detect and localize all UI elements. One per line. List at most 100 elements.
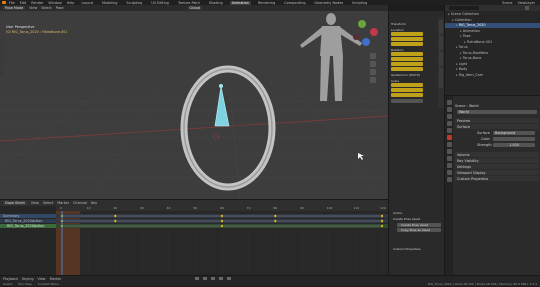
- scale-z-field[interactable]: [391, 93, 423, 97]
- custom-properties-header[interactable]: Custom Properties: [393, 247, 421, 251]
- frame-ruler[interactable]: 0 10 20 30 40 50 60 70 80 90 100 110 120: [56, 206, 388, 211]
- outliner-row[interactable]: ▸ Torus.Bone: [445, 56, 540, 61]
- tab-shading[interactable]: Shading: [207, 1, 225, 5]
- timeline-area[interactable]: 0 10 20 30 40 50 60 70 80 90 100 110 120: [56, 206, 388, 276]
- blender-logo-icon[interactable]: [2, 1, 6, 4]
- jump-end-icon[interactable]: [227, 277, 232, 280]
- outliner-row[interactable]: ▸ Pose: [445, 34, 540, 39]
- view-layer-tab-icon[interactable]: [446, 121, 452, 126]
- menu-select[interactable]: Select: [41, 6, 51, 10]
- render-tab-icon[interactable]: [446, 107, 452, 112]
- outliner-row[interactable]: ▸ Scene Collection: [445, 12, 540, 17]
- rotation-z-field[interactable]: [391, 67, 423, 71]
- expand-chevron-icon[interactable]: ▸: [456, 62, 458, 66]
- scene-selector[interactable]: Scene: [502, 1, 512, 5]
- object-tab-icon[interactable]: [446, 142, 452, 147]
- playback-view-menu[interactable]: View: [38, 277, 46, 281]
- expand-chevron-icon[interactable]: ▸: [460, 56, 462, 60]
- orientation-dropdown[interactable]: Global: [187, 6, 203, 10]
- ds-menu-select[interactable]: Select: [43, 201, 53, 205]
- viewport-canvas[interactable]: [0, 11, 388, 199]
- surface-panel-header[interactable]: Surface: [455, 124, 539, 129]
- tool-move-icon[interactable]: [0, 49, 4, 53]
- filter-icon[interactable]: [525, 6, 529, 10]
- action-header[interactable]: Action: [393, 211, 402, 215]
- preview-panel-header[interactable]: Preview: [455, 118, 539, 123]
- 3d-viewport[interactable]: User Perspective (0) RIG_Torus_2020 : Fi…: [0, 11, 388, 199]
- sidebar-tab-animation[interactable]: [439, 68, 443, 88]
- expand-chevron-icon[interactable]: ▸: [456, 23, 458, 27]
- editor-mode-dropdown[interactable]: Dope Sheet: [3, 201, 27, 205]
- outliner-row[interactable]: ▸ RIG_Torus_2020: [445, 23, 540, 28]
- material-tab-icon[interactable]: [446, 177, 452, 182]
- ds-menu-view[interactable]: View: [31, 201, 39, 205]
- viewport-nav-buttons[interactable]: [370, 53, 376, 83]
- world-tab-icon[interactable]: [446, 135, 452, 140]
- channel-action-2[interactable]: RIG_Torus_2020Action: [0, 224, 56, 228]
- expand-chevron-icon[interactable]: ▸: [456, 45, 458, 49]
- outliner-row[interactable]: ▸ Animation: [445, 29, 540, 34]
- tab-animation[interactable]: Animation: [229, 0, 251, 5]
- tab-uv-editing[interactable]: UV Editing: [149, 1, 171, 5]
- playback-menu[interactable]: Playback: [3, 277, 18, 281]
- playback-marker-menu[interactable]: Marker: [50, 277, 62, 281]
- rotation-mode-dropdown[interactable]: Quaternion (WXYZ): [391, 73, 420, 77]
- scene-tab-icon[interactable]: [446, 128, 452, 133]
- tab-scripting[interactable]: Scripting: [350, 1, 369, 5]
- channel-action-1[interactable]: RIG_Torus_2020Action: [0, 219, 56, 223]
- strength-field[interactable]: 1.000: [493, 142, 535, 147]
- play-icon[interactable]: [211, 277, 216, 280]
- outliner-row[interactable]: ▸ Torus.Modifiers: [445, 51, 540, 56]
- outliner-row[interactable]: ▸ Body: [445, 67, 540, 72]
- keying-menu[interactable]: Keying: [22, 277, 33, 281]
- outliner-row[interactable]: ▸ Collection: [445, 18, 540, 23]
- view-layer-selector[interactable]: ViewLayer: [518, 1, 536, 5]
- tool-measure-icon[interactable]: [0, 71, 4, 75]
- constraint-tab-icon[interactable]: [446, 163, 452, 168]
- settings-panel-header[interactable]: Settings: [455, 164, 539, 169]
- mode-dropdown[interactable]: Pose Mode: [3, 6, 26, 10]
- output-tab-icon[interactable]: [446, 114, 452, 119]
- custom-properties-panel-header[interactable]: Custom Properties: [455, 176, 539, 181]
- copy-pose-asset-button[interactable]: Copy Pose as Asset: [397, 228, 441, 232]
- expand-chevron-icon[interactable]: ▸: [460, 29, 462, 33]
- tool-select-icon[interactable]: [0, 39, 4, 43]
- sidebar-tab-view[interactable]: [439, 52, 443, 66]
- rotation-y-field[interactable]: [391, 62, 423, 66]
- world-name-field[interactable]: World: [457, 110, 537, 114]
- tab-compositing[interactable]: Compositing: [282, 1, 307, 5]
- expand-chevron-icon[interactable]: ▸: [460, 34, 462, 38]
- menu-pose[interactable]: Pose: [56, 6, 64, 10]
- outliner-row[interactable]: ▸ Torus: [445, 45, 540, 50]
- ray-visibility-panel-header[interactable]: Ray Visibility: [455, 158, 539, 163]
- expand-chevron-icon[interactable]: ▸: [456, 67, 458, 71]
- transform-header[interactable]: Transform: [391, 22, 406, 26]
- color-swatch[interactable]: [493, 136, 535, 141]
- tab-layout[interactable]: Layout: [79, 1, 95, 5]
- create-pose-header[interactable]: Create Pose Asset: [393, 217, 420, 221]
- prev-key-icon[interactable]: [203, 277, 208, 280]
- sidebar-tab-item[interactable]: [439, 20, 443, 34]
- volume-panel-header[interactable]: Volume: [455, 152, 539, 157]
- surface-shader-field[interactable]: Background: [493, 130, 535, 135]
- jump-start-icon[interactable]: [195, 277, 200, 280]
- character-mesh[interactable]: [300, 13, 362, 101]
- menu-help[interactable]: Help: [67, 1, 75, 5]
- next-key-icon[interactable]: [219, 277, 224, 280]
- tool-annotate-icon[interactable]: [0, 66, 4, 70]
- viewport-display-panel-header[interactable]: Viewport Display: [455, 170, 539, 175]
- expand-chevron-icon[interactable]: ▸: [460, 51, 462, 55]
- expand-chevron-icon[interactable]: ▸: [464, 40, 466, 44]
- expand-chevron-icon[interactable]: ▸: [452, 18, 454, 22]
- menu-view[interactable]: View: [29, 6, 37, 10]
- channel-summary[interactable]: Summary: [0, 214, 56, 218]
- expand-chevron-icon[interactable]: ▸: [456, 73, 458, 77]
- physics-tab-icon[interactable]: [446, 156, 452, 161]
- tool-rotate-icon[interactable]: [0, 54, 4, 58]
- ds-menu-channel[interactable]: Channel: [73, 201, 87, 205]
- menu-file[interactable]: File: [9, 1, 15, 5]
- location-x-field[interactable]: [391, 32, 423, 36]
- tab-geometry-nodes[interactable]: Geometry Nodes: [313, 1, 346, 5]
- rotation-w-field[interactable]: [391, 52, 423, 56]
- outliner-row[interactable]: ▸ Rig_Item_Cam: [445, 73, 540, 78]
